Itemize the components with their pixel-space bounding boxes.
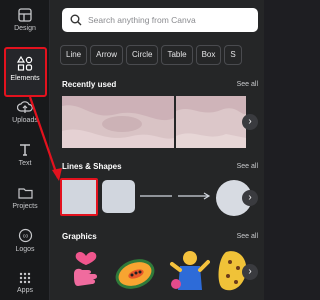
annotation-arrow — [28, 96, 62, 181]
